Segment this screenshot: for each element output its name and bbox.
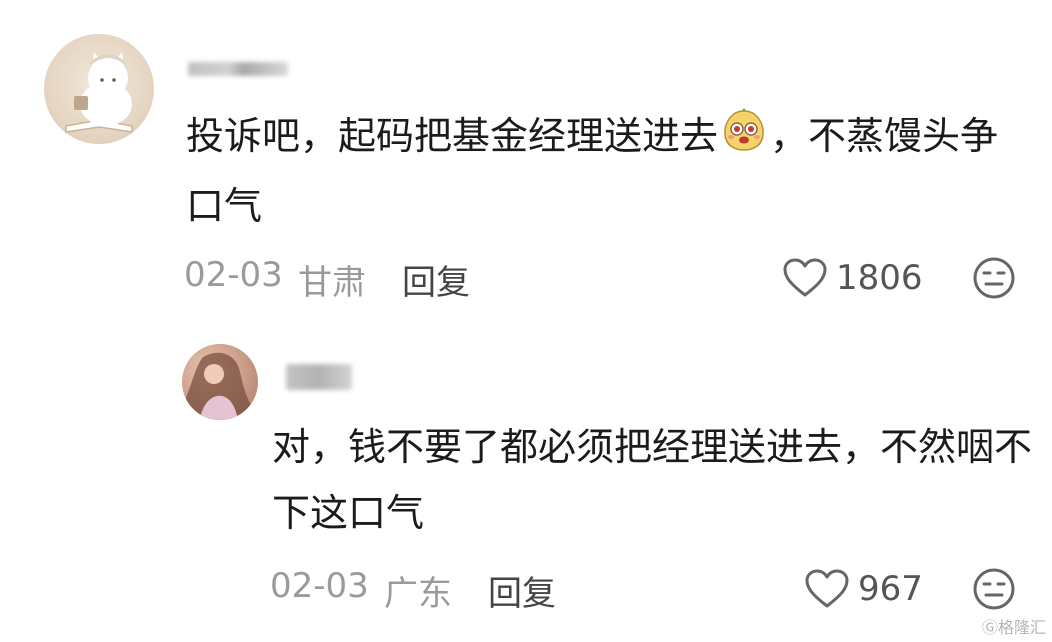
cat-avatar-icon bbox=[65, 52, 133, 133]
username-blurred[interactable] bbox=[286, 364, 352, 390]
reply-button[interactable]: 回复 bbox=[402, 255, 470, 304]
like-count: 1806 bbox=[836, 258, 923, 298]
comment-date: 02-03 bbox=[270, 566, 369, 606]
comment-location: 甘肃 bbox=[298, 263, 366, 303]
username-blurred[interactable] bbox=[188, 62, 288, 76]
comment-text: 投诉吧，起码把基金经理送进去 ，不蒸馒头争口气 bbox=[186, 103, 1036, 239]
comment-location: 广东 bbox=[384, 574, 452, 614]
watermark: Ⓖ格隆汇 bbox=[982, 614, 1046, 638]
comment-date: 02-03 bbox=[184, 255, 283, 295]
girl-avatar-icon bbox=[182, 352, 258, 420]
heart-icon bbox=[805, 569, 849, 608]
avatar[interactable] bbox=[182, 344, 258, 420]
heart-icon bbox=[783, 258, 827, 297]
like-count: 967 bbox=[858, 569, 923, 609]
comment-text-part: 投诉吧，起码把基金经理送进去 bbox=[186, 114, 719, 158]
neutral-face-icon[interactable] bbox=[972, 567, 1016, 611]
reply-button[interactable]: 回复 bbox=[488, 566, 556, 615]
like-button[interactable]: 967 bbox=[804, 565, 923, 613]
watermark-g-icon: Ⓖ bbox=[981, 620, 998, 637]
smiling-bun-emoji-icon bbox=[720, 105, 768, 173]
neutral-face-icon[interactable] bbox=[972, 256, 1016, 300]
comment-text: 对，钱不要了都必须把经理送进去，不然咽不下这口气 bbox=[272, 425, 1033, 535]
watermark-text: 格隆汇 bbox=[997, 620, 1046, 637]
avatar[interactable] bbox=[44, 34, 154, 144]
like-button[interactable]: 1806 bbox=[782, 254, 923, 302]
